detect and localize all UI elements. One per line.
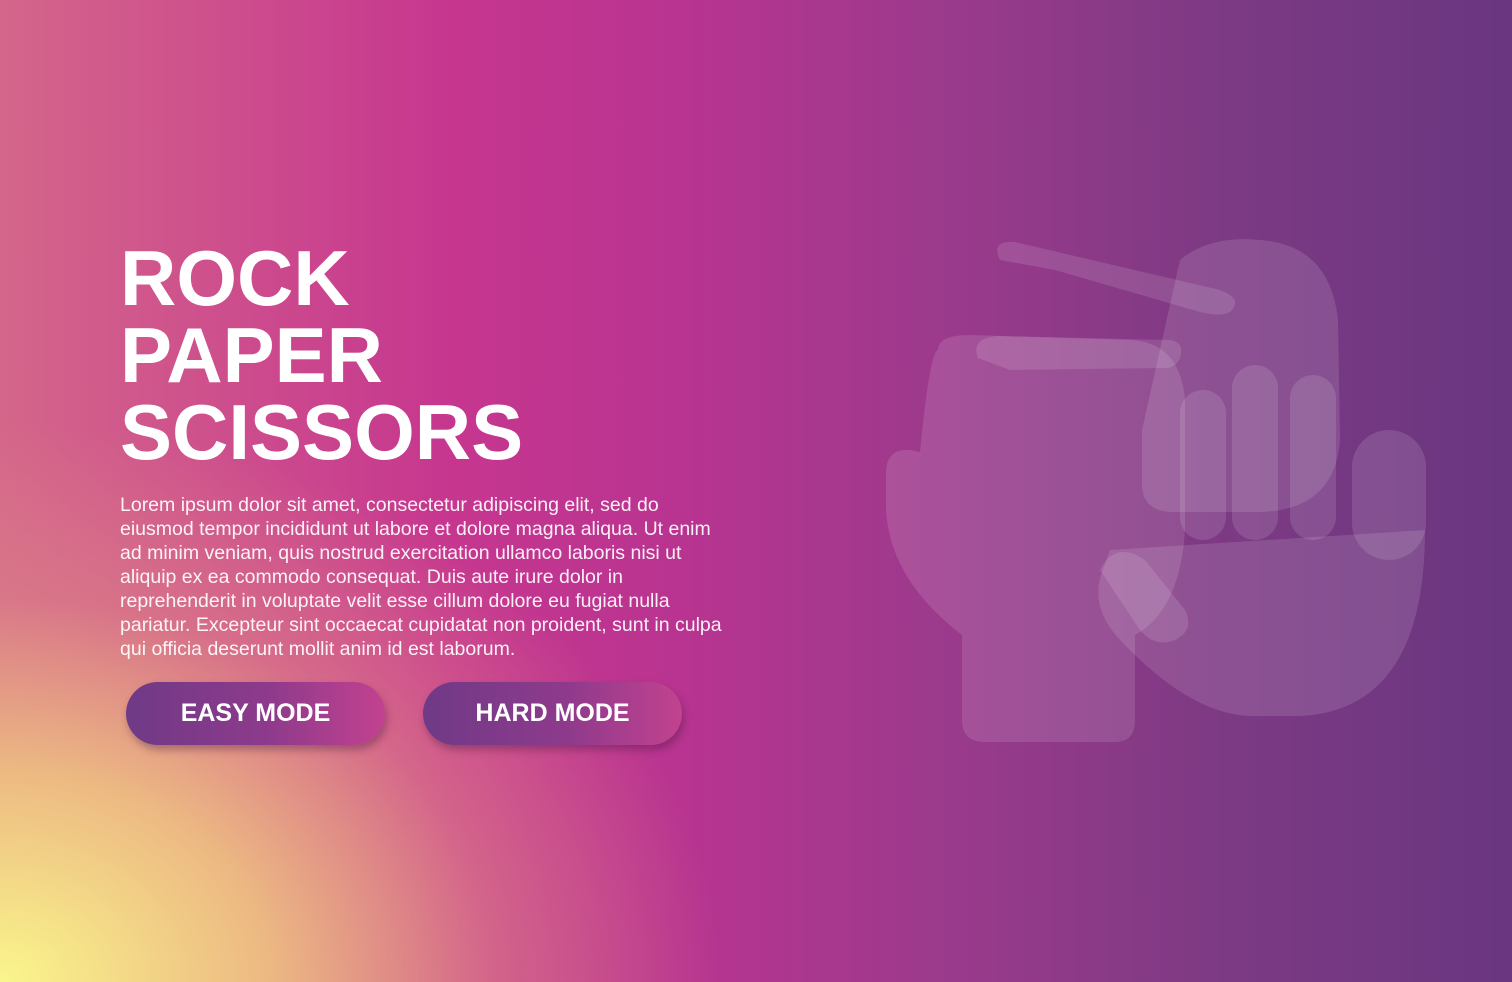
- rock-paper-scissors-hands-icon: [880, 230, 1440, 750]
- title-line-rock: ROCK: [120, 234, 350, 322]
- hero-section: ROCK PAPER SCISSORS Lorem ipsum dolor si…: [120, 234, 730, 661]
- page-title: ROCK PAPER SCISSORS: [120, 234, 730, 476]
- title-line-scissors: SCISSORS: [120, 388, 524, 476]
- title-line-paper: PAPER: [120, 311, 383, 399]
- hard-mode-button[interactable]: HARD MODE: [423, 682, 682, 745]
- easy-mode-button[interactable]: EASY MODE: [126, 682, 385, 745]
- hero-description: Lorem ipsum dolor sit amet, consectetur …: [120, 494, 722, 660]
- mode-buttons: EASY MODE HARD MODE: [126, 682, 682, 745]
